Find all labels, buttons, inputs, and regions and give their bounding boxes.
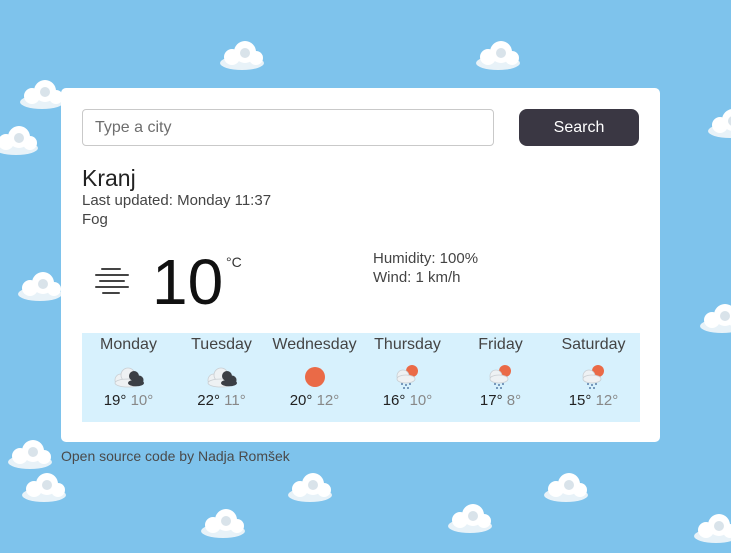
forecast-max-temp: 15° <box>568 392 592 409</box>
forecast-day-name: Thursday <box>374 336 441 353</box>
forecast-max-temp: 16° <box>382 392 406 409</box>
forecast-day-name: Tuesday <box>191 336 252 353</box>
weather-description: Fog <box>82 211 108 228</box>
sun-rain-icon <box>489 365 511 389</box>
forecast-day-name: Monday <box>100 336 157 353</box>
forecast-max-temp: 19° <box>103 392 127 409</box>
current-temperature: 10 <box>152 246 224 318</box>
forecast-day: Saturday 15° 12° <box>547 333 640 422</box>
weather-card: Search Kranj Last updated: Monday 11:37 … <box>61 88 660 442</box>
wind-value: Wind: 1 km/h <box>373 269 461 286</box>
forecast-min-temp: 12° <box>595 392 619 409</box>
forecast-max-temp: 22° <box>197 392 220 409</box>
last-updated: Last updated: Monday 11:37 <box>82 192 272 209</box>
sun-rain-icon <box>582 365 604 389</box>
city-search-input[interactable] <box>82 109 494 146</box>
temperature-unit: °C <box>226 254 242 270</box>
cloudy-icon <box>114 367 144 388</box>
forecast-day: Monday 19° 10° <box>82 333 175 422</box>
cloudy-icon <box>207 367 237 388</box>
forecast-min-temp: 10° <box>409 392 433 409</box>
forecast-min-temp: 10° <box>130 392 154 409</box>
forecast-min-temp: 8° <box>506 392 522 409</box>
forecast-day: Tuesday 22° 11° <box>175 333 268 422</box>
forecast-max-temp: 17° <box>479 392 503 409</box>
sun-icon <box>304 367 325 387</box>
forecast-day-name: Friday <box>478 336 523 353</box>
forecast-min-temp: 12° <box>316 392 340 409</box>
forecast-strip: Monday 19° 10° Tuesday 22° 11° Wednesday… <box>82 333 640 422</box>
forecast-day-name: Saturday <box>561 336 626 353</box>
forecast-day-name: Wednesday <box>272 336 357 353</box>
fog-icon <box>95 268 129 294</box>
sun-rain-icon <box>396 365 418 389</box>
forecast-max-temp: 20° <box>289 392 313 409</box>
forecast-day: Thursday 16° 10° <box>361 333 454 422</box>
forecast-day: Friday 17° 8° <box>454 333 547 422</box>
forecast-day: Wednesday 20° 12° <box>268 333 361 422</box>
forecast-min-temp: 11° <box>224 392 246 409</box>
city-name: Kranj <box>82 165 136 191</box>
footer-credit[interactable]: Open source code by Nadja Romšek <box>61 448 290 464</box>
search-button[interactable]: Search <box>519 109 639 146</box>
humidity-value: Humidity: 100% <box>373 250 479 267</box>
